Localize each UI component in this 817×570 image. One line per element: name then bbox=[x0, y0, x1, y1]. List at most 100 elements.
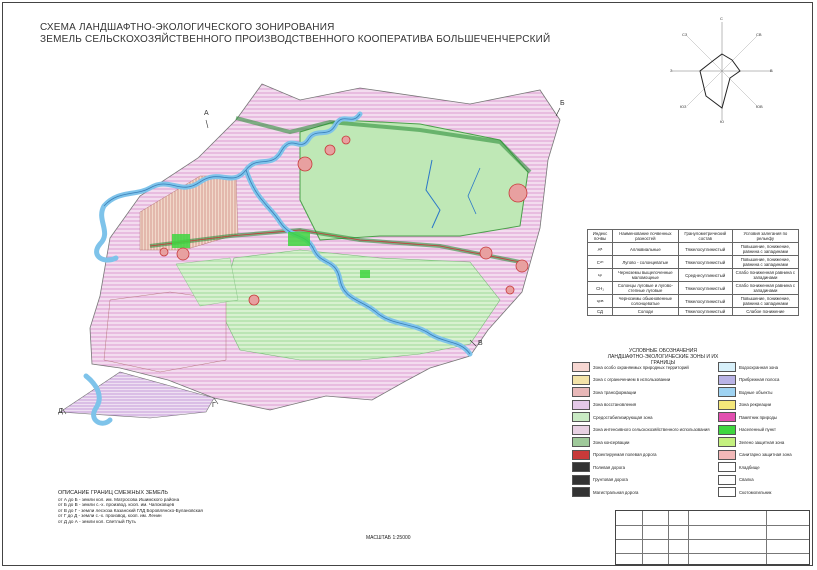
legend-label: Населенный пункт bbox=[739, 427, 776, 432]
rose-label-nw: СЗ bbox=[682, 32, 688, 37]
legend-swatch bbox=[572, 412, 590, 422]
legend-item: Памятник природы bbox=[718, 412, 777, 422]
legend-label: Санитарно защитная зона bbox=[739, 452, 792, 457]
soil-index: Чᶜ bbox=[587, 268, 613, 282]
soil-relief: Повышение, понижение, равнина с западина… bbox=[731, 294, 800, 308]
sanitary-zone bbox=[159, 247, 169, 257]
map-scale: МАСШТАБ 1:25000 bbox=[366, 535, 411, 541]
legend-swatch bbox=[718, 474, 736, 485]
rose-label-s: Ю bbox=[720, 119, 725, 124]
wind-rose-chart bbox=[672, 22, 772, 120]
legend-label: Проектируемая полевая дорога bbox=[593, 452, 657, 457]
legend-item: Водные объекты bbox=[718, 387, 772, 397]
table-row: Aᴮ Аллювиальные Тяжелосуглинистый Повыше… bbox=[587, 242, 800, 256]
legend-item: Зона особо охраняемых природных территор… bbox=[572, 362, 689, 372]
title-block-col bbox=[668, 511, 669, 564]
rose-label-n: С bbox=[720, 16, 723, 21]
boundary-letter-b: Б bbox=[560, 100, 565, 107]
soil-relief: Слабое понижение bbox=[731, 307, 800, 316]
legend-swatch bbox=[718, 399, 736, 410]
rose-label-sw: ЮЗ bbox=[680, 104, 687, 109]
sanitary-zone bbox=[324, 144, 336, 156]
legend-swatch bbox=[718, 362, 736, 372]
soil-composition: Тяжелосуглинистый bbox=[677, 255, 733, 269]
soil-composition: Тяжелосуглинистый bbox=[677, 307, 733, 316]
soil-name: Черноземы обыкновенные солонцеватые bbox=[612, 294, 679, 308]
title-block-col bbox=[642, 511, 643, 564]
legend-swatch bbox=[572, 362, 590, 372]
legend-swatch bbox=[718, 374, 736, 385]
soil-relief: Повышение, понижение, равнина с западина… bbox=[731, 255, 800, 269]
legend-item: Скотомогильник bbox=[718, 487, 771, 497]
legend-label: Водные объекты bbox=[739, 389, 773, 395]
legend-swatch bbox=[718, 424, 736, 435]
legend-swatch bbox=[572, 374, 590, 385]
legend-label: Свалка bbox=[739, 477, 754, 482]
legend-swatch bbox=[572, 424, 590, 435]
sanitary-zone bbox=[341, 135, 351, 145]
sanitary-zone bbox=[515, 259, 529, 273]
legend-swatch bbox=[572, 449, 590, 460]
legend-swatch bbox=[572, 474, 590, 485]
title-block-row bbox=[616, 525, 809, 526]
soil-name: Лугово - солонцеватые bbox=[612, 255, 679, 269]
legend-swatch bbox=[718, 437, 736, 447]
legend-item: Зона с ограничением в использовании bbox=[572, 374, 670, 385]
legend-label: Зона интенсивного сельскохозяйственного … bbox=[593, 427, 710, 432]
sanitary-zone bbox=[508, 183, 528, 203]
soil-name: Черноземы выщелоченные маломощные bbox=[612, 268, 679, 282]
soil-index: Чᴼᴮ bbox=[587, 294, 613, 308]
rose-label-e: В bbox=[770, 68, 773, 73]
table-row: Чᶜ Черноземы выщелоченные маломощные Сре… bbox=[587, 268, 800, 282]
rose-label-w: З bbox=[670, 68, 673, 73]
settlement bbox=[288, 232, 310, 246]
legend-item: Санитарно защитная зона bbox=[718, 449, 792, 460]
rose-label-se: ЮВ bbox=[756, 104, 763, 109]
title-block-row bbox=[616, 539, 809, 540]
sanitary-zone bbox=[297, 156, 313, 172]
legend-swatch bbox=[718, 412, 736, 422]
settlement bbox=[360, 270, 370, 278]
title-block-col bbox=[766, 511, 767, 564]
boundary-letter-d: Д bbox=[58, 408, 63, 415]
soil-relief: Слабо пониженная равнина с западинами bbox=[731, 281, 800, 295]
legend-swatch bbox=[572, 487, 590, 497]
border-line: от Д до А - земли кол. Светлый Путь bbox=[58, 518, 136, 524]
soil-index: Cᶜᴴ bbox=[587, 255, 613, 269]
sanitary-zone bbox=[176, 247, 190, 261]
table-row: СН₁ Солонцы луговые и лугово-степные луг… bbox=[587, 281, 800, 295]
soil-relief: Повышение, понижение, равнина с западина… bbox=[731, 242, 800, 256]
legend-label: Зона трансформации bbox=[593, 389, 637, 395]
settlement bbox=[172, 234, 190, 248]
legend-label: Водоохранная зона bbox=[739, 364, 779, 370]
legend-label: Зелено защитная зона bbox=[739, 439, 785, 445]
legend-label: Кладбище bbox=[739, 464, 760, 470]
legend-label: Зона особо охраняемых природных территор… bbox=[593, 364, 689, 370]
legend-label: Прибрежная полоса bbox=[739, 377, 780, 382]
boundary-letter-v: В bbox=[478, 340, 483, 347]
legend-label: Зона консервации bbox=[593, 439, 630, 445]
soil-composition: Среднесуглинистый bbox=[677, 268, 733, 282]
legend-label: Полевая дорога bbox=[593, 464, 625, 470]
boundary-tick bbox=[555, 107, 561, 117]
legend-item: Полевая дорога bbox=[572, 462, 625, 472]
soil-header-name: Наименование почвенных разностей bbox=[612, 229, 679, 243]
legend-item: Кладбище bbox=[718, 462, 760, 472]
soil-composition: Тяжелосуглинистый bbox=[677, 294, 733, 308]
legend-list: Зона особо охраняемых природных территор… bbox=[572, 362, 812, 502]
table-row: СД Солоди Тяжелосуглинистый Слабое пониж… bbox=[587, 307, 800, 316]
legend-item: Населенный пункт bbox=[718, 424, 776, 435]
legend-item: Зона интенсивного сельскохозяйственного … bbox=[572, 424, 710, 435]
soil-header-composition: Гранулометрический состав bbox=[677, 229, 733, 243]
table-row: Чᴼᴮ Черноземы обыкновенные солонцеватые … bbox=[587, 294, 800, 308]
legend-item: Свалка bbox=[718, 474, 754, 485]
sanitary-zone bbox=[248, 294, 260, 306]
legend-item: Прибрежная полоса bbox=[718, 374, 780, 385]
legend-item: Водоохранная зона bbox=[718, 362, 778, 372]
title-block bbox=[615, 510, 810, 565]
legend-swatch bbox=[718, 449, 736, 460]
title-block-col bbox=[688, 511, 689, 564]
sanitary-zone bbox=[479, 246, 493, 260]
soil-name: Аллювиальные bbox=[612, 242, 679, 256]
legend-swatch bbox=[572, 437, 590, 447]
